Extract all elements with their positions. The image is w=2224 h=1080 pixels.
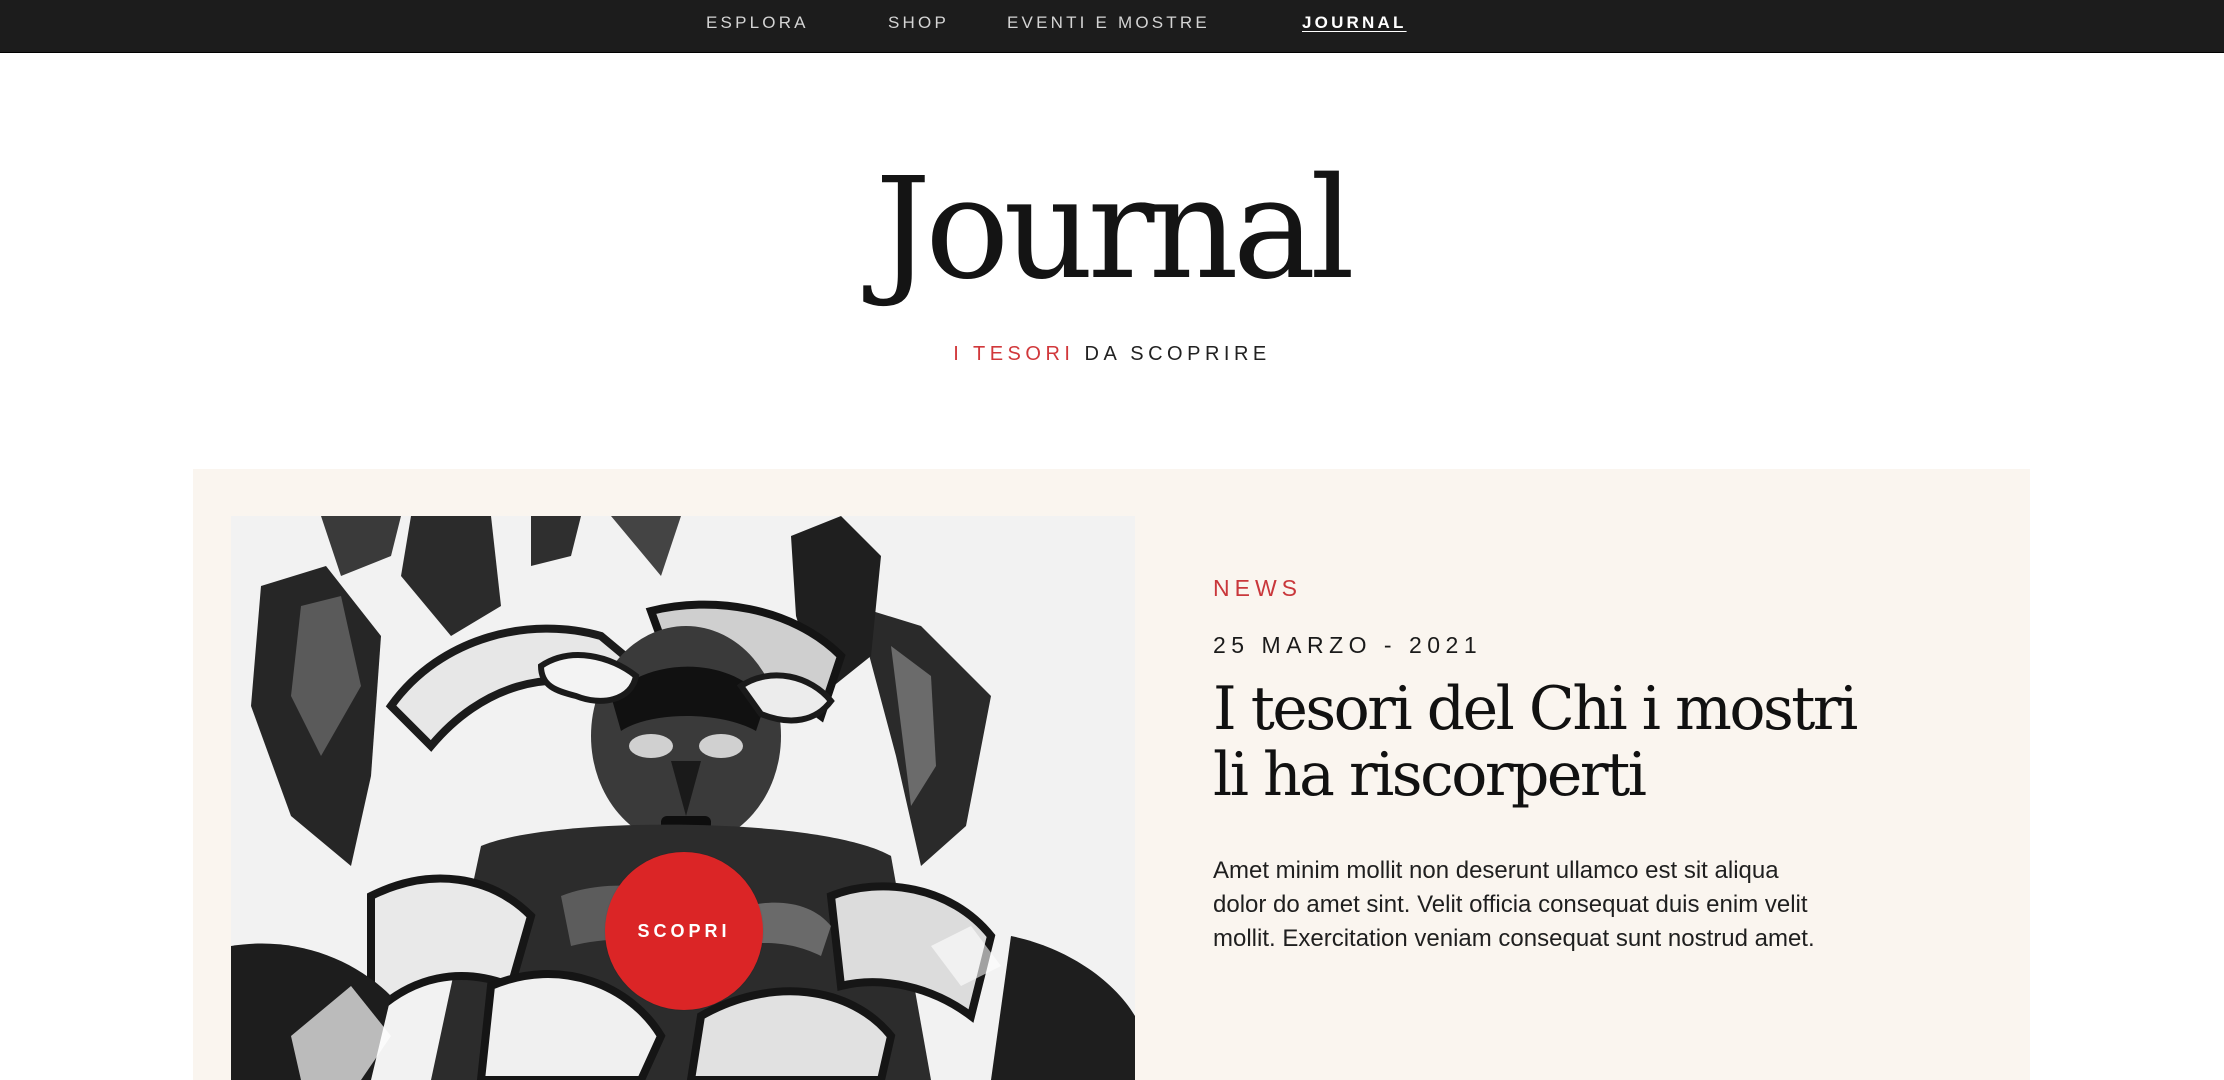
page-subtitle: I TESORI DA SCOPRIRE (0, 342, 2224, 366)
page-title: Journal (875, 148, 1355, 311)
nav-item-esplora[interactable]: ESPLORA (706, 13, 809, 33)
scopri-button[interactable]: SCOPRI (605, 852, 763, 1010)
article-title[interactable]: I tesori del Chi i mostri li ha riscorpe… (1213, 676, 1893, 808)
nav-item-eventi-e-mostre[interactable]: EVENTI E MOSTRE (1007, 13, 1210, 33)
article-date: 25 MARZO - 2021 (1213, 632, 1483, 658)
article-category: NEWS (1213, 575, 1302, 601)
article-title-line-1: I tesori del Chi i mostri (1213, 674, 1858, 744)
article-title-line-2: li ha riscorperti (1213, 740, 1647, 810)
nav-item-journal[interactable]: JOURNAL (1302, 13, 1407, 33)
subtitle-rest: DA SCOPRIRE (1084, 343, 1271, 365)
subtitle-accent: I TESORI (953, 343, 1075, 365)
nav-item-shop[interactable]: SHOP (888, 13, 949, 33)
article-excerpt: Amet minim mollit non deserunt ullamco e… (1213, 857, 1815, 952)
top-navigation: ESPLORA SHOP EVENTI E MOSTRE JOURNAL (0, 0, 2224, 53)
featured-article-card: NEWS 25 MARZO - 2021 I tesori del Chi i … (193, 469, 2030, 1080)
